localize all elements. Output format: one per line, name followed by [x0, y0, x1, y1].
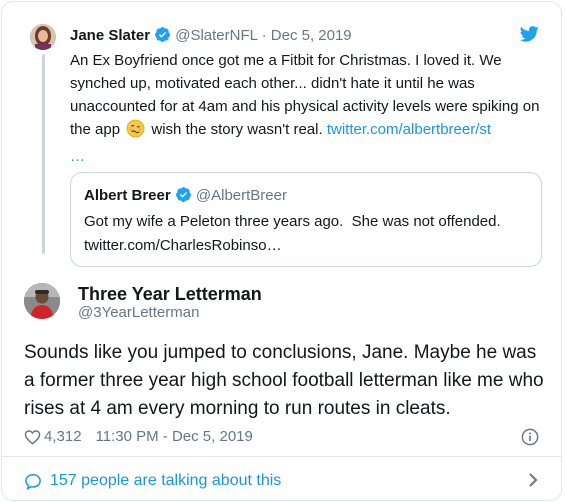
parent-text-after-emoji: wish the story wasn't real.	[151, 121, 323, 138]
talking-about-link[interactable]: 157 people are talking about this	[24, 468, 281, 494]
quoted-author-handle[interactable]: @AlbertBreer	[196, 187, 287, 204]
talking-about-label[interactable]: 157 people are talking about this	[50, 472, 281, 490]
twitter-bird-icon[interactable]	[519, 26, 539, 47]
quoted-tweet[interactable]: Albert Breer @AlbertBreer Got my wife a …	[70, 172, 542, 267]
footer-divider	[2, 456, 561, 457]
quoted-tweet-text: Got my wife a Peleton three years ago. S…	[84, 210, 524, 258]
info-icon[interactable]	[521, 428, 539, 451]
quoted-author-name[interactable]: Albert Breer	[84, 187, 171, 204]
quoted-text-body: Got my wife a Peleton three years ago. S…	[84, 213, 501, 230]
parent-tweet-link[interactable]: twitter.com/albertbreer/st	[327, 121, 491, 138]
parent-link-ellipsis[interactable]: …	[70, 148, 85, 165]
quoted-tweet-link[interactable]: twitter.com/CharlesRobinso…	[84, 237, 282, 254]
main-author-handle[interactable]: @3YearLetterman	[78, 304, 199, 322]
main-tweet-text: Sounds like you jumped to conclusions, J…	[24, 342, 544, 419]
tweet-meta-row: 4,312 11:30 PM - Dec 5, 2019	[24, 426, 253, 448]
verified-badge-icon	[154, 26, 171, 49]
jane-slater-avatar[interactable]	[30, 24, 56, 50]
parent-author-handle[interactable]: @SlaterNFL	[175, 27, 257, 44]
parent-author-name[interactable]: Jane Slater	[70, 27, 150, 44]
three-year-letterman-avatar[interactable]	[24, 283, 60, 319]
parent-date[interactable]: Dec 5, 2019	[271, 27, 352, 44]
parent-tweet-header: Jane Slater @SlaterNFL · Dec 5, 2019	[70, 26, 352, 49]
tweet-timestamp[interactable]: 11:30 PM - Dec 5, 2019	[96, 426, 253, 448]
parent-separator: ·	[261, 27, 267, 44]
speech-bubble-icon	[24, 473, 42, 490]
quoted-tweet-header: Albert Breer @AlbertBreer	[84, 186, 287, 209]
chevron-right-icon[interactable]	[527, 472, 539, 493]
main-author-name[interactable]: Three Year Letterman	[78, 283, 262, 305]
woozy-face-emoji-icon	[126, 119, 145, 145]
thread-line	[42, 54, 45, 254]
parent-tweet-text: An Ex Boyfriend once got me a Fitbit for…	[70, 49, 542, 168]
embedded-tweet-card: Jane Slater @SlaterNFL · Dec 5, 2019 An …	[1, 1, 562, 501]
heart-icon[interactable]	[24, 429, 41, 445]
verified-badge-icon	[175, 186, 192, 209]
like-count[interactable]: 4,312	[44, 426, 82, 448]
